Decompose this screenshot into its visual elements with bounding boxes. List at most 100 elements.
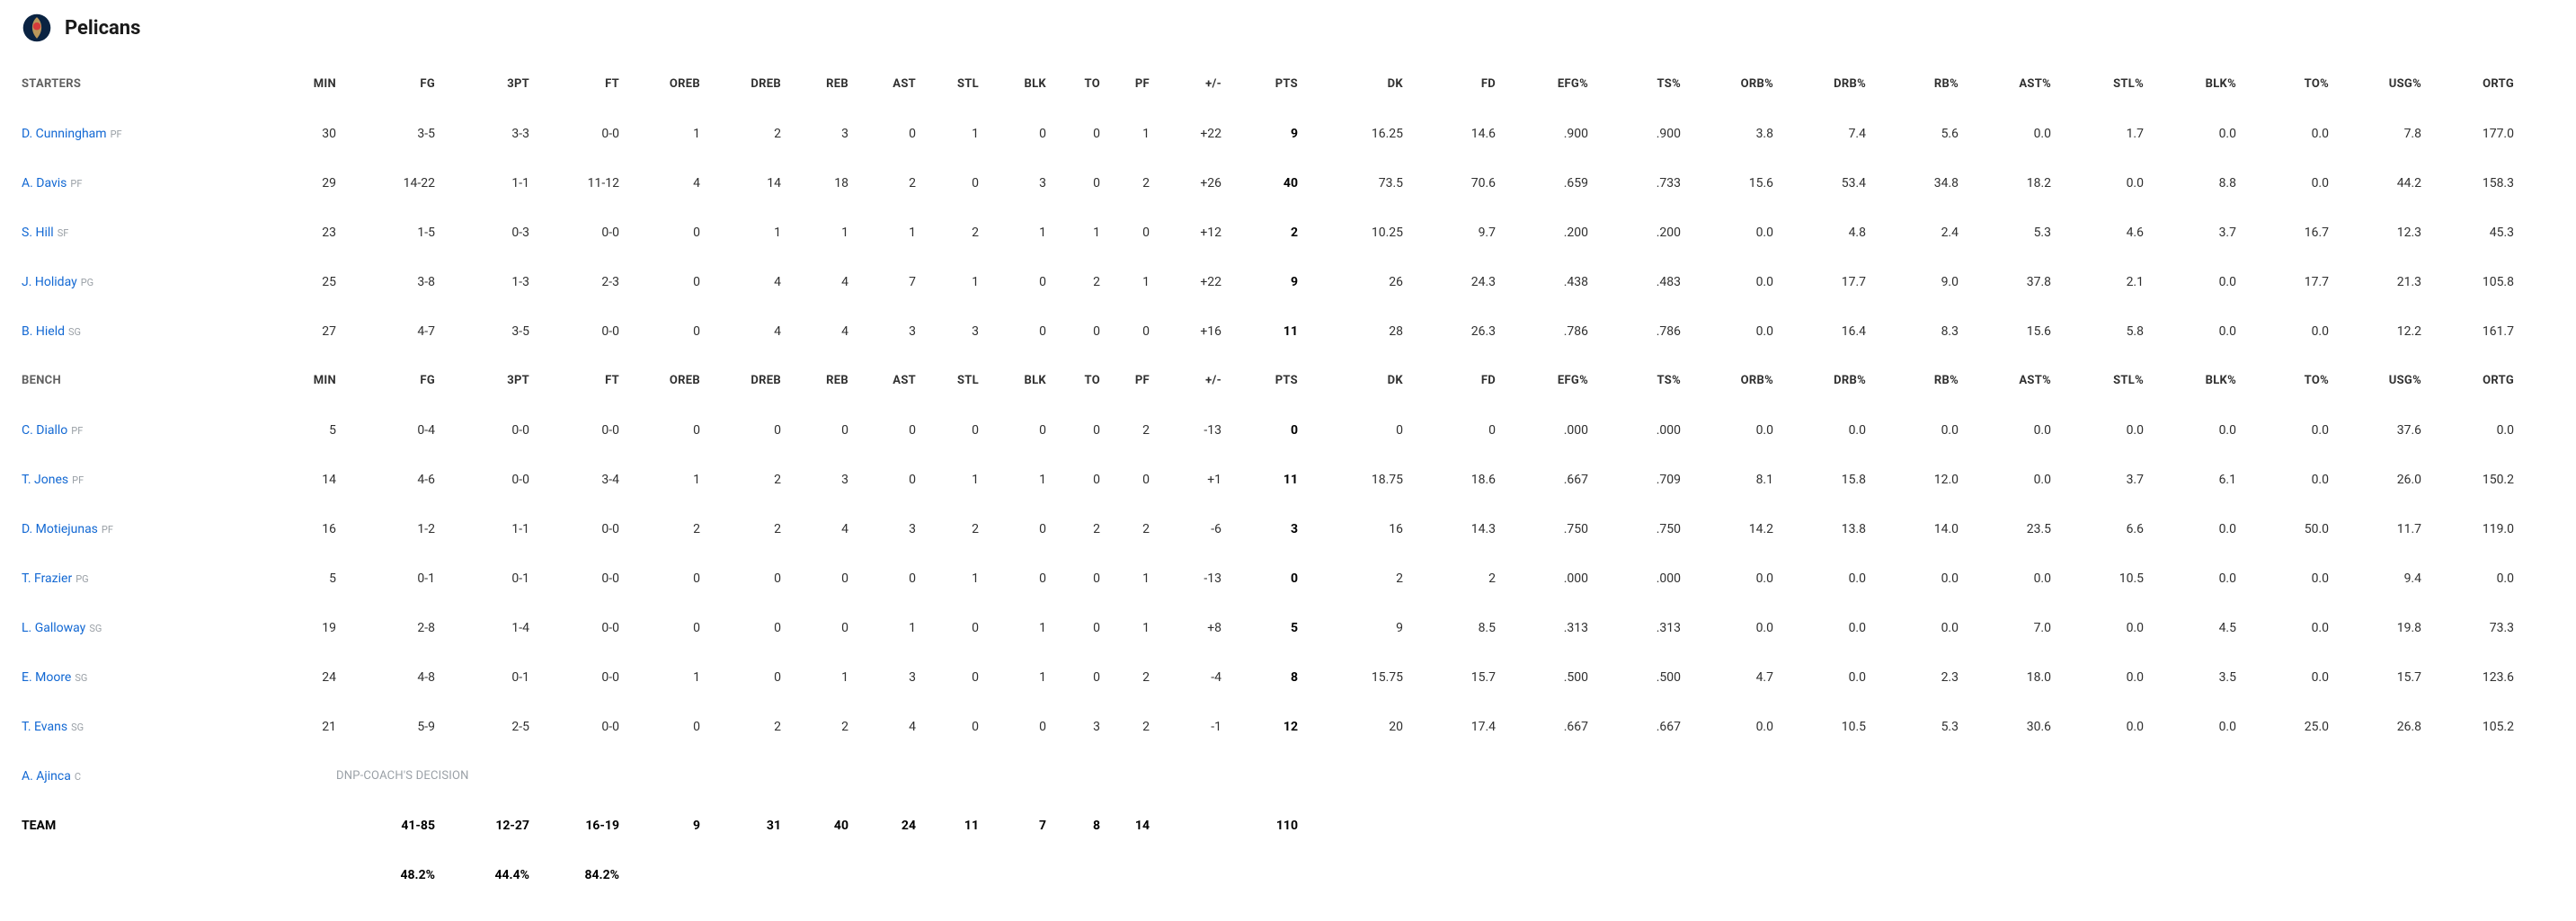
stat-cell: -4 [1150, 670, 1221, 685]
stat-cell: 4 [619, 176, 700, 190]
stat-cell: 4.5 [2144, 621, 2236, 635]
stat-cell: 0 [781, 423, 848, 438]
stat-cell: 5 [273, 423, 336, 438]
player-row: T. EvansSG215-92-50-002240032-112 [22, 702, 1298, 751]
player-link[interactable]: T. Evans [22, 720, 67, 734]
col-header: AST% [1959, 77, 2051, 91]
col-header: DRTG [2514, 374, 2576, 387]
stat-cell: 0.0 [2236, 670, 2329, 685]
stat-cell: 112.1 [2514, 127, 2576, 141]
player-link[interactable]: C. Diallo [22, 423, 67, 438]
player-link[interactable]: D. Motiejunas [22, 522, 98, 536]
stat-cell: 9 [1221, 127, 1298, 141]
blank-row [1310, 751, 2576, 801]
stat-cell: 0 [619, 423, 700, 438]
player-row: J. HolidayPG253-81-32-304471021+229 [22, 257, 1298, 306]
player-link[interactable]: B. Hield [22, 324, 65, 339]
player-name-cell: T. FrazierPG [22, 571, 273, 586]
stat-cell: +26 [1150, 176, 1221, 190]
player-row-advanced: 1614.3.750.75014.213.814.023.56.60.050.0… [1310, 504, 2576, 553]
stat-cell: 12.2 [2329, 324, 2421, 339]
stat-cell: 3-5 [336, 127, 435, 141]
player-row: D. MotiejunasPF161-21-10-022432022-63 [22, 504, 1298, 553]
team-total-cell: 8 [1046, 819, 1100, 833]
col-header: ORTG [2421, 374, 2514, 387]
stat-cell: 0-1 [435, 571, 529, 586]
stat-cell: 0.0 [1681, 226, 1773, 240]
col-header: ORTG [2421, 77, 2514, 91]
stat-cell: 0 [1100, 324, 1150, 339]
player-row-advanced: 18.7518.6.667.7098.115.812.00.03.76.10.0… [1310, 455, 2576, 504]
player-position: SG [75, 672, 87, 684]
player-name-cell: A. AjincaC [22, 769, 273, 784]
team-totals-row: TEAM41-8512-2716-199314024117814110 [22, 801, 1298, 850]
stat-cell: +22 [1150, 127, 1221, 141]
stat-cell: 1-1 [435, 176, 529, 190]
team-pct-cell: 84.2% [529, 868, 619, 882]
stat-cell: 0.0 [2236, 324, 2329, 339]
stat-cell: 5-9 [336, 720, 435, 734]
col-header: 3PT [435, 77, 529, 91]
col-header: FD [1403, 374, 1496, 387]
stat-cell: 1 [619, 473, 700, 487]
player-link[interactable]: T. Frazier [22, 571, 72, 586]
stat-cell: 0.0 [2421, 423, 2514, 438]
stat-cell: 104.2 [2514, 226, 2576, 240]
col-header: EFG% [1496, 374, 1588, 387]
player-link[interactable]: A. Ajinca [22, 769, 71, 784]
stat-cell: 15.75 [1310, 670, 1403, 685]
stat-cell: .900 [1588, 127, 1681, 141]
stat-cell: 1-2 [336, 522, 435, 536]
col-header: AST% [1959, 374, 2051, 387]
col-header: +/- [1150, 374, 1221, 387]
col-header: USG% [2329, 374, 2421, 387]
player-link[interactable]: J. Holiday [22, 275, 77, 289]
player-link[interactable]: S. Hill [22, 226, 54, 240]
player-link[interactable]: T. Jones [22, 473, 68, 487]
stat-cell: 1 [916, 473, 979, 487]
stat-cell: 14.2 [1681, 522, 1773, 536]
player-link[interactable]: A. Davis [22, 176, 67, 190]
stat-cell: 0 [979, 423, 1046, 438]
stat-cell: 0 [1100, 473, 1150, 487]
player-link[interactable]: L. Galloway [22, 621, 85, 635]
player-name-cell: S. HillSF [22, 226, 273, 240]
col-header: PF [1100, 77, 1150, 91]
player-link[interactable]: D. Cunningham [22, 127, 107, 141]
stat-cell: 1 [781, 226, 848, 240]
stat-cell: 1 [1046, 226, 1100, 240]
stat-cell: 0 [979, 522, 1046, 536]
stat-cell: 26.8 [2329, 720, 2421, 734]
boxscore-table: STARTERSMINFG3PTFTOREBDREBREBASTSTLBLKTO… [22, 59, 2554, 899]
stat-cell: 1 [916, 127, 979, 141]
stat-cell: 0.0 [1681, 571, 1773, 586]
stat-cell: 2 [1046, 522, 1100, 536]
stat-cell: 0.0 [1773, 571, 1866, 586]
stat-cell: 0-0 [529, 127, 619, 141]
stat-cell: 0.0 [1959, 423, 2051, 438]
stat-cell: 100.4 [2514, 473, 2576, 487]
stat-cell: 2 [916, 226, 979, 240]
col-header: DK [1310, 374, 1403, 387]
col-header: FG [336, 77, 435, 91]
stat-cell: 0 [916, 423, 979, 438]
stat-cell: 0 [1046, 324, 1100, 339]
stat-cell: 9.0 [1866, 275, 1959, 289]
player-name-cell: B. HieldSG [22, 324, 273, 339]
col-header: EFG% [1496, 77, 1588, 91]
stat-cell: 23 [273, 226, 336, 240]
stat-cell: 1 [781, 670, 848, 685]
stat-cell: 0 [916, 720, 979, 734]
stat-cell: 161.7 [2421, 324, 2514, 339]
stat-cell: 0.0 [1681, 275, 1773, 289]
col-header: TO% [2236, 374, 2329, 387]
stat-cell: 0-0 [529, 324, 619, 339]
col-header: AST [848, 374, 916, 387]
stat-cell: .483 [1588, 275, 1681, 289]
stat-cell: 2 [1100, 423, 1150, 438]
team-label: TEAM [22, 819, 273, 833]
player-link[interactable]: E. Moore [22, 670, 71, 685]
team-total-cell: 14 [1100, 819, 1150, 833]
stat-cell: 1 [848, 621, 916, 635]
stat-cell: 14.6 [1403, 127, 1496, 141]
